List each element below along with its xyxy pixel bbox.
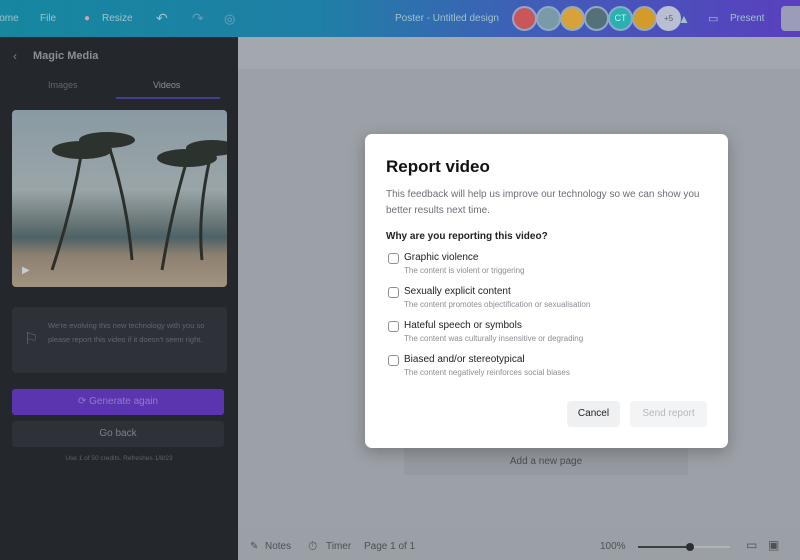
video-thumbnail[interactable]: ▶ [12, 110, 227, 287]
notice-text: We're evolving this new technology with … [48, 321, 205, 344]
panel-title: Magic Media [33, 50, 99, 62]
page-indicator: Page 1 of 1 [364, 541, 416, 552]
grid-view-icon[interactable]: ▣ [768, 538, 779, 552]
share-button[interactable] [781, 6, 800, 31]
option-sexually-explicit[interactable]: Sexually explicit content The content pro… [386, 286, 707, 310]
bottom-bar: ✎ Notes ⏱ Timer Page 1 of 1 100% ▭ ▣ [238, 530, 800, 560]
avatar[interactable] [536, 6, 561, 31]
zoom-slider[interactable] [638, 543, 730, 551]
checkbox[interactable] [388, 321, 399, 332]
design-title[interactable]: Poster - Untitled design [395, 13, 499, 24]
redo-icon[interactable]: ↷ [192, 10, 204, 27]
zoom-slider-handle[interactable] [686, 543, 694, 551]
option-label: Sexually explicit content [404, 286, 511, 297]
pages-view-icon[interactable]: ▭ [746, 538, 757, 552]
dialog-title: Report video [386, 157, 490, 176]
canvas-toolbar [238, 37, 800, 69]
avatar[interactable] [632, 6, 657, 31]
option-description: The content was culturally insensitive o… [404, 334, 584, 343]
go-back-button[interactable]: Go back [12, 421, 224, 447]
dialog-description: This feedback will help us improve our t… [386, 189, 700, 216]
home-menu[interactable]: Home [0, 13, 19, 24]
active-tab-indicator [116, 97, 220, 99]
back-chevron-icon[interactable]: ‹ [13, 49, 17, 63]
add-page-button[interactable]: Add a new page [404, 445, 688, 475]
avatar[interactable]: CT [608, 6, 633, 31]
timer-button[interactable]: Timer [326, 541, 351, 552]
palm-trees-image [50, 132, 227, 271]
crown-icon: ● [84, 13, 91, 24]
option-hateful-speech[interactable]: Hateful speech or symbols The content was… [386, 320, 707, 344]
cloud-save-icon[interactable]: ◎ [224, 11, 235, 27]
avatar[interactable] [512, 6, 537, 31]
option-description: The content promotes objectification or … [404, 300, 591, 309]
analytics-icon[interactable]: ▲ [678, 12, 690, 26]
option-label: Hateful speech or symbols [404, 320, 522, 331]
send-report-button[interactable]: Send report [630, 401, 707, 427]
refresh-icon: ⟳ [77, 396, 90, 407]
checkbox[interactable] [388, 253, 399, 264]
checkbox[interactable] [388, 287, 399, 298]
report-video-dialog: Report video This feedback will help us … [365, 134, 728, 448]
magic-media-panel: ‹ Magic Media Images Videos ▶ ⚐ We're ev… [0, 37, 238, 560]
checkbox[interactable] [388, 355, 399, 366]
option-label: Graphic violence [404, 252, 479, 263]
option-graphic-violence[interactable]: Graphic violence The content is violent o… [386, 252, 707, 276]
tab-images[interactable]: Images [48, 80, 78, 90]
tab-videos[interactable]: Videos [153, 80, 180, 90]
option-description: The content negatively reinforces social… [404, 368, 570, 377]
flag-icon: ⚐ [24, 331, 39, 348]
option-biased[interactable]: Biased and/or stereotypical The content n… [386, 354, 707, 378]
generate-again-button[interactable]: ⟳ Generate again [12, 389, 224, 415]
option-label: Biased and/or stereotypical [404, 354, 525, 365]
resize-button[interactable]: Resize [102, 13, 133, 24]
option-description: The content is violent or triggering [404, 266, 525, 275]
dialog-question: Why are you reporting this video? [386, 231, 548, 242]
zoom-level[interactable]: 100% [600, 541, 626, 552]
avatar[interactable] [584, 6, 609, 31]
notes-button[interactable]: Notes [265, 541, 291, 552]
present-button[interactable]: Present [730, 13, 764, 24]
present-icon: ▭ [708, 13, 719, 25]
timer-icon: ⏱ [308, 539, 318, 553]
notes-icon: ✎ [250, 541, 259, 552]
top-bar: Home File ● Resize ↶ ↷ ◎ Poster - Untitl… [0, 0, 800, 37]
avatar[interactable] [560, 6, 585, 31]
generate-label: Generate again [89, 396, 159, 407]
credits-text: Use 1 of 50 credits. Refreshes 1/8/23 [65, 455, 173, 462]
cancel-button[interactable]: Cancel [567, 401, 620, 427]
notice-box: ⚐ We're evolving this new technology wit… [12, 307, 227, 373]
file-menu[interactable]: File [40, 13, 56, 24]
play-icon[interactable]: ▶ [22, 265, 30, 276]
undo-icon[interactable]: ↶ [156, 10, 168, 27]
